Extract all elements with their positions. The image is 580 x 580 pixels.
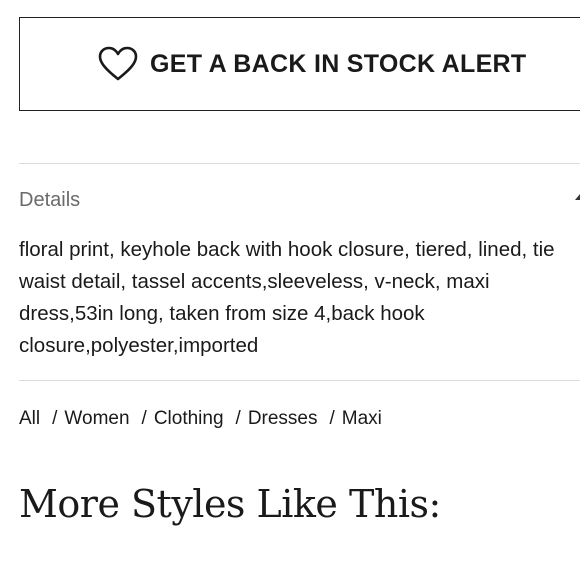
details-description: floral print, keyhole back with hook clo… <box>19 238 555 357</box>
details-title: Details <box>19 189 81 211</box>
divider <box>19 380 580 381</box>
breadcrumb-item-clothing[interactable]: Clothing <box>154 408 224 430</box>
breadcrumb-separator: / <box>329 408 335 429</box>
breadcrumb-separator: / <box>141 408 147 429</box>
details-accordion-header[interactable]: Details <box>19 186 580 214</box>
product-info-panel: GET A BACK IN STOCK ALERT Details floral… <box>0 0 580 580</box>
breadcrumb-item-dresses[interactable]: Dresses <box>248 408 318 430</box>
breadcrumb-item-women[interactable]: Women <box>64 408 129 430</box>
more-styles-heading: More Styles Like This: <box>19 482 441 526</box>
heart-outline-icon <box>98 46 138 81</box>
breadcrumb-item-all[interactable]: All <box>19 408 40 430</box>
breadcrumb-item-maxi[interactable]: Maxi <box>342 408 382 430</box>
back-in-stock-alert-button[interactable]: GET A BACK IN STOCK ALERT <box>19 17 580 111</box>
breadcrumb: All / Women / Clothing / Dresses / Maxi <box>19 404 382 434</box>
back-in-stock-alert-label: GET A BACK IN STOCK ALERT <box>150 49 527 78</box>
caret-up-icon <box>575 194 580 200</box>
divider <box>19 163 580 164</box>
breadcrumb-separator: / <box>52 408 58 429</box>
breadcrumb-separator: / <box>235 408 241 429</box>
